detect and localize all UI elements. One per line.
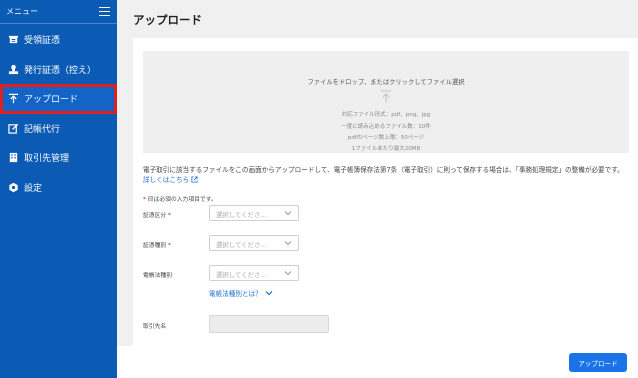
page-title: アップロード — [133, 13, 202, 27]
sidebar-item-issued[interactable]: 発行証憑（控え） — [0, 55, 117, 85]
description-text: 電子取引に該当するファイルをこの画面からアップロードして、電子帳簿保存法第7条（… — [143, 166, 624, 184]
partner-name-input[interactable] — [209, 315, 329, 333]
required-star: * — [166, 243, 171, 249]
footer-bar: アップロード — [117, 346, 638, 378]
required-star: * — [166, 213, 171, 219]
sidebar-item-label: 設定 — [24, 183, 43, 194]
dropzone-max-files: 一度に読み込めるファイル数：10件 — [341, 124, 431, 130]
building-icon — [7, 152, 19, 164]
sidebar-item-bookkeeping[interactable]: 記帳代行 — [0, 114, 117, 144]
receipt-icon — [7, 34, 19, 46]
ebook-type-info-link[interactable]: 電帳法種別とは？ — [209, 288, 273, 298]
file-dropzone[interactable]: ファイルをドロップ、またはクリックしてファイル選択 対応ファイル形式：pdf、p… — [143, 51, 629, 153]
field-label-ebook-type: 電帳法種別 — [143, 273, 172, 279]
voucher-category-select[interactable]: 選択してくださ… — [209, 205, 299, 221]
required-star: * — [143, 197, 146, 203]
details-link[interactable]: 詳しくはこちら — [143, 176, 198, 184]
sidebar-item-upload[interactable]: アップロード — [0, 84, 117, 114]
field-label-voucher-category: 証憑区分 * — [143, 213, 171, 219]
stamp-icon — [7, 63, 19, 75]
chevron-down-icon — [284, 271, 292, 276]
sidebar: メニュー 受領証憑 発行証憑（控え） アップロード 記帳代行 取引先管理 設定 — [0, 0, 117, 378]
sidebar-item-label: 記帳代行 — [24, 124, 61, 135]
sidebar-item-label: 受領証憑 — [24, 36, 61, 47]
gear-icon — [7, 181, 19, 193]
field-label-partner: 取引先名 — [143, 324, 167, 330]
sidebar-item-label: 取引先管理 — [24, 154, 70, 165]
required-note: * 印は必須の入力項目です。 — [143, 197, 217, 203]
upload-button[interactable]: アップロード — [569, 353, 627, 372]
sidebar-item-settings[interactable]: 設定 — [0, 173, 117, 203]
voucher-type-select[interactable]: 選択してくださ… — [209, 235, 299, 251]
main-content: アップロード ファイルをドロップ、またはクリックしてファイル選択 対応ファイル形… — [117, 0, 638, 378]
upload-arrow-icon — [380, 89, 392, 108]
chevron-down-icon — [284, 211, 292, 216]
ebook-type-select[interactable]: 選択してくださ… — [209, 265, 299, 281]
upload-panel: ファイルをドロップ、またはクリックしてファイル選択 対応ファイル形式：pdf、p… — [133, 38, 638, 346]
sidebar-item-received[interactable]: 受領証憑 — [0, 25, 117, 55]
edit-icon — [7, 122, 19, 134]
external-link-icon — [191, 176, 198, 183]
chevron-down-icon — [284, 241, 292, 246]
dropzone-formats: 対応ファイル形式：pdf、png、jpg — [341, 112, 431, 118]
hamburger-icon[interactable] — [99, 7, 110, 16]
sidebar-item-partners[interactable]: 取引先管理 — [0, 143, 117, 173]
field-label-voucher-type: 証憑種別 * — [143, 243, 171, 249]
upload-icon — [7, 93, 19, 105]
dropzone-max-pages: pdfのページ数上限：50ページ — [347, 135, 425, 141]
menu-label: メニュー — [6, 7, 38, 16]
sidebar-item-label: 発行証憑（控え） — [24, 65, 97, 76]
dropzone-max-size: 1ファイルあたり最大20MB — [351, 146, 421, 152]
chevron-down-icon — [265, 291, 273, 296]
dropzone-instruction: ファイルをドロップ、またはクリックしてファイル選択 — [307, 79, 465, 86]
sidebar-header: メニュー — [0, 0, 117, 24]
sidebar-item-label: アップロード — [24, 95, 79, 106]
